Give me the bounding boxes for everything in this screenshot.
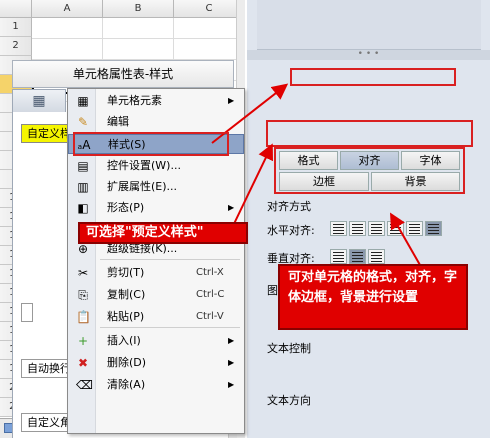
align-section-label: 对齐方式 [267, 200, 311, 213]
property-panel: • • • [247, 0, 490, 438]
pencil-icon: ✎ [77, 115, 89, 129]
subtab-format[interactable]: 格式 [279, 151, 338, 170]
copy-icon: ⎘ [78, 288, 88, 302]
h-align-label: 水平对齐: [267, 224, 315, 237]
menu-item-label: 插入(I) [107, 334, 141, 347]
title-highlight [290, 68, 456, 86]
menu-shortcut: Ctrl-X [196, 267, 224, 278]
menu-item-delete[interactable]: ✖ 删除(D) ▶ [68, 353, 244, 373]
h-align-button-5[interactable] [406, 221, 423, 236]
cell-format-icon: ▦ [32, 93, 46, 109]
plus-icon: + [77, 334, 89, 348]
menu-item-label: 剪切(T) [107, 266, 145, 279]
v-align-button-1[interactable] [330, 249, 347, 264]
v-align-button-2[interactable] [349, 249, 366, 264]
menu-item-label: 复制(C) [107, 288, 146, 301]
cell-element-icon: ▦ [77, 94, 89, 108]
menu-item-label: 单元格元素 [107, 94, 162, 107]
menu-item-label: 形态(P) [107, 201, 145, 214]
submenu-arrow-icon: ▶ [228, 203, 235, 212]
menu-item-paste[interactable]: 📋 粘贴(P) Ctrl-V [68, 307, 244, 327]
h-align-button-1[interactable] [330, 221, 347, 236]
panel-top-area [257, 0, 481, 50]
menu-item-widget[interactable]: ▤ 控件设置(W)... [68, 156, 244, 176]
row-header[interactable]: 1 [0, 18, 32, 37]
text-direction-label: 文本方向 [267, 394, 311, 407]
partial-label: 图 [267, 284, 278, 297]
row-header[interactable]: 2 [0, 37, 32, 56]
menu-item-shape[interactable]: ◧ 形态(P) ▶ [68, 198, 244, 218]
menu-item-clear[interactable]: ⌫ 清除(A) ▶ [68, 375, 244, 395]
menu-item-cell-element[interactable]: ▦ 单元格元素 ▶ [68, 91, 244, 111]
menu-item-label: 粘贴(P) [107, 310, 145, 323]
callout-cell-settings: 可对单元格的格式，对齐，字体边框，背景进行设置 [278, 264, 468, 330]
delete-icon: ✖ [77, 356, 89, 370]
shape-icon: ◧ [77, 201, 89, 215]
menu-item-label: 删除(D) [107, 356, 147, 369]
tab-cell-format[interactable]: ▦ [12, 89, 66, 113]
corner-header[interactable] [0, 0, 32, 18]
paste-icon: 📋 [76, 310, 91, 324]
menu-item-label: 编辑 [107, 115, 129, 128]
menu-shortcut: Ctrl-V [196, 311, 224, 322]
clear-icon: ⌫ [76, 378, 93, 392]
subtab-border[interactable]: 边框 [279, 172, 369, 191]
style-select-highlight [266, 120, 473, 147]
column-header-c[interactable]: C [174, 0, 245, 18]
menu-item-plus[interactable]: + 插入(I) ▶ [68, 331, 244, 351]
hyperlink-icon: ⊕ [77, 242, 89, 256]
text-control-value: 自动换行 [27, 362, 71, 375]
v-align-button-3[interactable] [368, 249, 385, 264]
scissors-icon: ✂ [77, 266, 89, 280]
h-align-button-6[interactable] [425, 221, 442, 236]
column-header-b[interactable]: B [103, 0, 174, 18]
h-align-button-3[interactable] [368, 221, 385, 236]
widget-icon: ▤ [77, 159, 89, 173]
menu-item-extend[interactable]: ▥ 扩展属性(E)... [68, 177, 244, 197]
menu-item-copy[interactable]: ⎘ 复制(C) Ctrl-C [68, 285, 244, 305]
column-header-a[interactable]: A [32, 0, 103, 18]
callout-predefined-style: 可选择"预定义样式" [78, 222, 248, 244]
panel-splitter[interactable]: • • • [247, 50, 490, 60]
submenu-arrow-icon: ▶ [228, 96, 235, 105]
partial-field[interactable] [21, 303, 33, 322]
subtab-background[interactable]: 背景 [371, 172, 460, 191]
menu-item-label: 控件设置(W)... [107, 159, 181, 172]
h-align-button-4[interactable] [387, 221, 404, 236]
panel-title: 单元格属性表-样式 [12, 60, 234, 88]
subtab-align[interactable]: 对齐 [340, 151, 399, 170]
menu-item-scissors[interactable]: ✂ 剪切(T) Ctrl-X [68, 263, 244, 283]
menu-shortcut: Ctrl-C [196, 289, 225, 300]
menu-separator [100, 259, 240, 260]
extend-icon: ▥ [77, 180, 89, 194]
menu-item-pencil[interactable]: ✎ 编辑 [68, 112, 244, 132]
menu-separator [100, 327, 240, 328]
submenu-arrow-icon: ▶ [228, 358, 235, 367]
text-control-label: 文本控制 [267, 342, 311, 355]
subtab-font[interactable]: 字体 [401, 151, 460, 170]
h-align-button-2[interactable] [349, 221, 366, 236]
submenu-arrow-icon: ▶ [228, 380, 235, 389]
style-item-highlight [73, 132, 229, 156]
submenu-arrow-icon: ▶ [228, 336, 235, 345]
menu-item-label: 扩展属性(E)... [107, 180, 178, 193]
menu-item-label: 清除(A) [107, 378, 146, 391]
